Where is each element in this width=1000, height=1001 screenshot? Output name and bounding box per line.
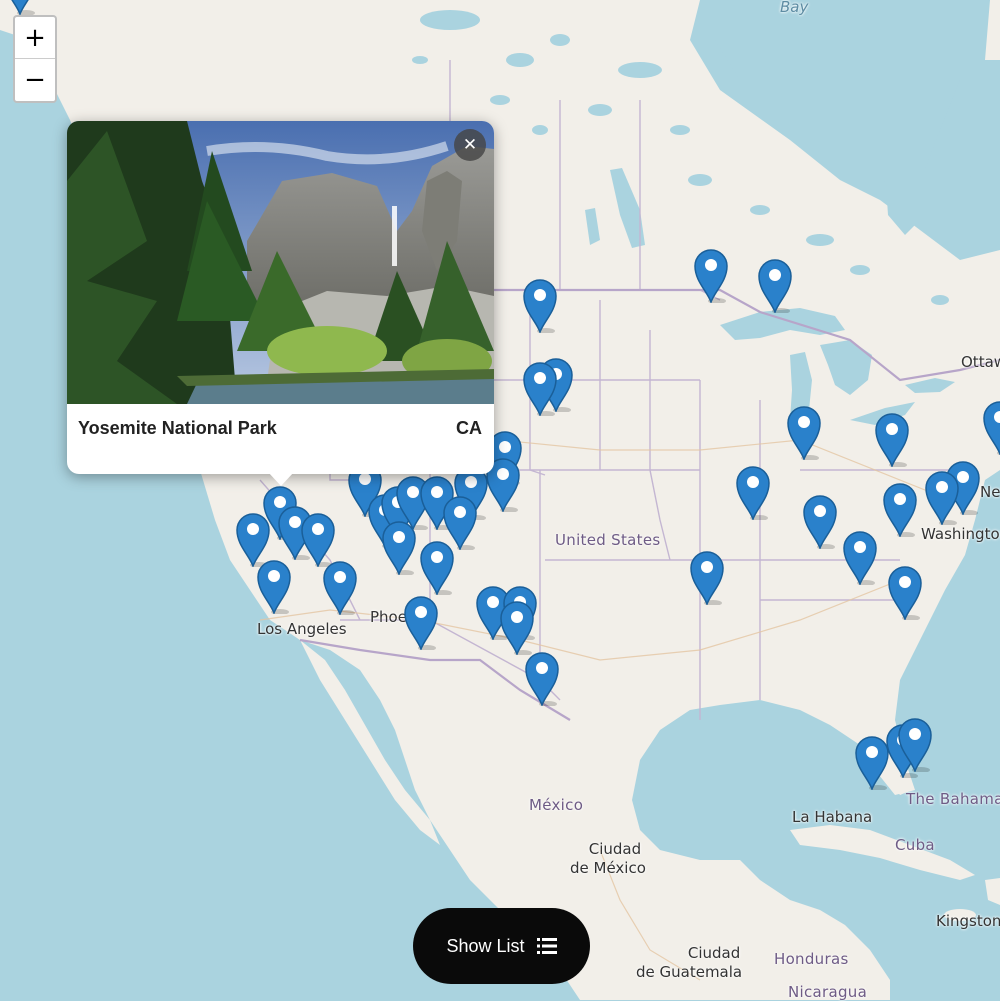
map-pin-icon[interactable] (689, 549, 725, 605)
label-united-states: United States (555, 531, 661, 549)
map-pin-icon[interactable] (693, 247, 729, 303)
label-ciudad-de-mexico-line1: Ciudad (588, 840, 642, 858)
map-pin-icon[interactable] (2, 0, 38, 15)
map-pin-icon[interactable] (403, 594, 439, 650)
show-list-button[interactable]: Show List (413, 908, 590, 984)
map-pin-icon[interactable] (842, 529, 878, 585)
map-pin-icon[interactable] (499, 599, 535, 655)
map-pin-icon[interactable] (381, 519, 417, 575)
map-pin-icon[interactable] (256, 558, 292, 614)
label-ciudad-de-guatemala-line2: de Guatemala (636, 963, 743, 981)
map-pin-icon[interactable] (786, 404, 822, 460)
label-new-york: Ne (980, 483, 1000, 501)
map-pin-icon[interactable] (735, 464, 771, 520)
map-pin-icon[interactable] (924, 469, 960, 525)
list-icon (536, 938, 557, 954)
label-bay: Bay (780, 0, 809, 16)
label-los-angeles: Los Angeles (257, 620, 347, 638)
label-ciudad-de-mexico: Ciudad de México (570, 840, 646, 878)
label-mexico: México (529, 796, 584, 814)
map-pin-icon[interactable] (897, 716, 933, 772)
map-pin-icon[interactable] (874, 411, 910, 467)
label-phoenix: Phoe (370, 608, 407, 626)
map-pin-icon[interactable] (982, 399, 1000, 455)
popup-park-name: Yosemite National Park (78, 418, 277, 438)
map-pin-icon[interactable] (802, 493, 838, 549)
popup-tip (268, 472, 294, 486)
label-washington: Washington (921, 525, 1000, 543)
map-pin-icon[interactable] (757, 257, 793, 313)
map-pin-icon[interactable] (882, 481, 918, 537)
park-popup: ✕ Yosemite National Park CA (67, 121, 494, 486)
map-pin-icon[interactable] (419, 539, 455, 595)
label-ciudad-de-guatemala: Ciudad de Guatemala (636, 944, 742, 982)
zoom-in-button[interactable]: + (15, 17, 55, 59)
label-cuba: Cuba (895, 836, 935, 854)
zoom-control: + − (13, 15, 57, 103)
label-la-habana: La Habana (792, 808, 873, 826)
show-list-label: Show List (446, 935, 525, 956)
map-pin-icon[interactable] (522, 277, 558, 333)
zoom-out-button[interactable]: − (15, 59, 55, 101)
map-pin-icon[interactable] (522, 360, 558, 416)
map-pin-icon[interactable] (322, 559, 358, 615)
label-bahamas: The Bahama (906, 790, 1000, 808)
label-honduras: Honduras (774, 950, 849, 968)
popup-park-state: CA (456, 418, 482, 438)
label-nicaragua: Nicaragua (788, 983, 868, 1001)
popup-close-button[interactable]: ✕ (454, 129, 486, 161)
map-pin-icon[interactable] (887, 564, 923, 620)
park-photo (67, 121, 494, 404)
map-pin-icon[interactable] (524, 650, 560, 706)
label-ciudad-de-guatemala-line1: Ciudad (687, 944, 741, 962)
label-ciudad-de-mexico-line2: de México (570, 859, 646, 877)
label-kingston: Kingston (936, 912, 1000, 930)
label-ottawa: Ottawa (961, 353, 1000, 371)
